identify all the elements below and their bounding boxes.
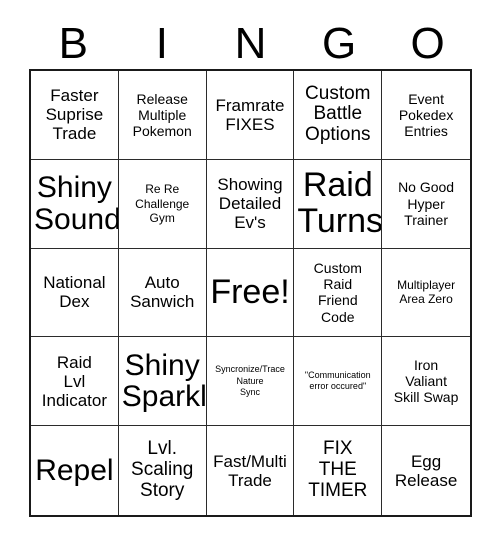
bingo-cell-g3[interactable]: Custom Raid Friend Code [294, 248, 383, 338]
bingo-cell-label: Egg Release [394, 451, 458, 490]
bingo-cell-b4[interactable]: Raid Lvl Indicator [31, 337, 119, 427]
bingo-cell-label: Raid Lvl Indicator [41, 352, 107, 410]
bingo-header: B I N G O [29, 18, 472, 69]
bingo-cell-label: Shiny Sparkle [121, 348, 207, 414]
bingo-cell-label: Fast/Multi Trade [213, 451, 287, 490]
bingo-cell-o1[interactable]: Event Pokedex Entries [382, 71, 470, 160]
bingo-card: B I N G O Faster Suprise Trade Release M… [0, 0, 500, 544]
header-letter-n: N [234, 18, 267, 68]
bingo-cell-label: Faster Suprise Trade [45, 86, 104, 144]
bingo-cell-label: Framrate FIXES [215, 95, 285, 134]
bingo-cell-g2[interactable]: Raid Turns [294, 159, 383, 249]
header-letter-i: I [155, 18, 168, 68]
bingo-cell-label: Repel [35, 453, 114, 487]
bingo-cell-label: National Dex [43, 273, 106, 312]
bingo-cell-i1[interactable]: Release Multiple Pokemon [118, 71, 207, 160]
header-letter-o: O [410, 18, 445, 68]
free-space-label: Free! [210, 272, 290, 311]
bingo-cell-g4[interactable]: "Communication error occured" [294, 337, 383, 427]
bingo-cell-label: Raid Turns [297, 166, 383, 240]
bingo-cell-i2[interactable]: Re Re Challenge Gym [118, 159, 207, 249]
bingo-cell-b2[interactable]: Shiny Sound [31, 159, 119, 249]
bingo-cell-i4[interactable]: Shiny Sparkle [118, 337, 207, 427]
bingo-cell-label: Custom Battle Options [305, 82, 371, 146]
bingo-cell-label: Lvl. Scaling Story [131, 438, 194, 502]
bingo-cell-label: No Good Hyper Trainer [398, 179, 455, 228]
bingo-cell-label: FIX THE TIMER [308, 438, 368, 502]
bingo-cell-label: Custom Raid Friend Code [313, 260, 362, 325]
bingo-cell-label: Showing Detailed Ev's [217, 175, 283, 233]
bingo-cell-label: Iron Valiant Skill Swap [393, 356, 459, 406]
bingo-cell-b3[interactable]: National Dex [31, 248, 119, 338]
bingo-cell-label: "Communication error occured" [304, 370, 371, 392]
bingo-cell-label: Shiny Sound [34, 171, 119, 236]
bingo-cell-label: Auto Sanwich [130, 273, 195, 312]
header-letter-b: B [58, 18, 88, 68]
bingo-cell-o3[interactable]: Multiplayer Area Zero [382, 248, 470, 338]
bingo-cell-label: Re Re Challenge Gym [135, 182, 190, 225]
bingo-cell-label: Event Pokedex Entries [398, 90, 454, 140]
bingo-cell-g1[interactable]: Custom Battle Options [294, 71, 383, 160]
bingo-cell-o5[interactable]: Egg Release [382, 426, 470, 515]
bingo-cell-b1[interactable]: Faster Suprise Trade [31, 71, 119, 160]
bingo-cell-o2[interactable]: No Good Hyper Trainer [382, 159, 470, 249]
bingo-cell-label: Syncronize/Trace Nature Sync [215, 364, 285, 397]
bingo-cell-o4[interactable]: Iron Valiant Skill Swap [382, 337, 470, 427]
bingo-cell-label: Release Multiple Pokemon [132, 90, 192, 140]
bingo-cell-g5[interactable]: FIX THE TIMER [294, 426, 383, 515]
header-letter-g: G [321, 18, 357, 68]
bingo-cell-i5[interactable]: Lvl. Scaling Story [118, 426, 207, 515]
bingo-cell-label: Multiplayer Area Zero [397, 278, 456, 307]
bingo-cell-free-space[interactable]: Free! [206, 248, 295, 338]
bingo-cell-n2[interactable]: Showing Detailed Ev's [206, 159, 295, 249]
bingo-cell-n4[interactable]: Syncronize/Trace Nature Sync [206, 337, 295, 427]
bingo-grid: Faster Suprise Trade Release Multiple Po… [29, 69, 472, 517]
bingo-cell-n1[interactable]: Framrate FIXES [206, 71, 295, 160]
bingo-cell-i3[interactable]: Auto Sanwich [118, 248, 207, 338]
bingo-cell-b5[interactable]: Repel [31, 426, 119, 515]
bingo-cell-n5[interactable]: Fast/Multi Trade [206, 426, 295, 515]
